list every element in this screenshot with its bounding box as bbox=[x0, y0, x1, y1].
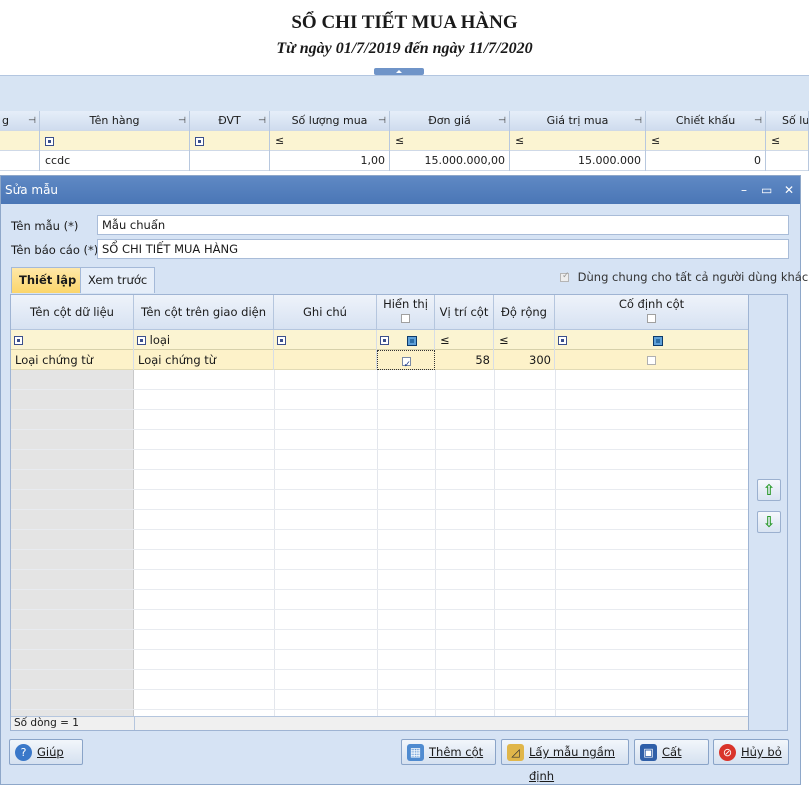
report-subtitle: Từ ngày 01/7/2019 đến ngày 11/7/2020 bbox=[276, 40, 533, 57]
ruler-icon: ◿ bbox=[507, 744, 524, 761]
default-template-button[interactable]: ◿ Lấy mẫu ngầm định bbox=[501, 739, 629, 783]
filter-op[interactable]: ≤ bbox=[646, 131, 766, 151]
filter-type-icon[interactable] bbox=[137, 336, 146, 345]
col-header-visible-label: Hiển thị bbox=[383, 297, 428, 311]
report-col-header[interactable]: Số lượng mua ⊣ bbox=[270, 111, 390, 131]
share-checkbox[interactable]: ✓ bbox=[560, 271, 570, 282]
col-header-visible[interactable]: Hiển thị bbox=[377, 295, 435, 330]
visible-all-checkbox[interactable] bbox=[401, 314, 410, 323]
arrow-up-icon: ⇧ bbox=[762, 481, 776, 499]
filter-value-icon[interactable] bbox=[406, 335, 417, 346]
report-filter-row: ≤ ≤ ≤ ≤ ≤ bbox=[0, 131, 809, 151]
filter-op[interactable]: ≤ bbox=[390, 131, 510, 151]
row-move-sidebar: ⇧ ⇩ bbox=[748, 295, 787, 730]
report-row[interactable]: ccdc 1,00 15.000.000,00 15.000.000 0 bbox=[0, 151, 809, 171]
report-col-header[interactable]: g ⊣ bbox=[0, 111, 40, 131]
fixed-all-checkbox[interactable] bbox=[647, 314, 656, 323]
filter-type-icon[interactable] bbox=[45, 136, 54, 146]
report-title: SỔ CHI TIẾT MUA HÀNG bbox=[291, 12, 518, 33]
report-name-label: Tên báo cáo (*) bbox=[11, 243, 99, 257]
col-header-note[interactable]: Ghi chú bbox=[274, 295, 377, 330]
maximize-icon[interactable]: ▭ bbox=[761, 176, 772, 204]
dialog-title: Sửa mẫu bbox=[5, 183, 59, 197]
columns-filter-row: loại ≤ ≤ bbox=[11, 330, 748, 350]
help-icon: ? bbox=[15, 744, 32, 761]
col-header-data-name[interactable]: Tên cột dữ liệu bbox=[11, 295, 134, 330]
report-col-header[interactable]: Số lư bbox=[766, 111, 809, 131]
tab-setup[interactable]: Thiết lập bbox=[11, 267, 85, 293]
minimize-icon[interactable]: – bbox=[741, 176, 747, 204]
report-grid-header: g ⊣ Tên hàng ⊣ ĐVT ⊣ Số lượng mua ⊣ Đơn giá ⊣… bbox=[0, 111, 809, 131]
arrow-down-icon: ⇩ bbox=[762, 513, 776, 531]
report-name-input[interactable]: SỔ CHI TIẾT MUA HÀNG bbox=[97, 239, 789, 259]
col-header-fixed[interactable]: Cố định cột bbox=[555, 295, 748, 330]
filter-type-icon[interactable] bbox=[558, 336, 567, 345]
tab-preview[interactable]: Xem trước bbox=[80, 267, 156, 293]
report-col-header[interactable]: ĐVT ⊣ bbox=[190, 111, 270, 131]
row-count: Số dòng = 1 bbox=[14, 717, 79, 729]
filter-value-icon[interactable] bbox=[652, 335, 663, 346]
columns-grid: Tên cột dữ liệu Tên cột trên giao diện G… bbox=[10, 294, 788, 731]
col-header-fixed-label: Cố định cột bbox=[618, 297, 685, 311]
filter-op-position[interactable]: ≤ bbox=[435, 330, 494, 350]
report-col-header[interactable]: Chiết khấu ⊣ bbox=[646, 111, 766, 131]
col-header-position[interactable]: Vị trí cột bbox=[435, 295, 494, 330]
filter-op[interactable]: ≤ bbox=[270, 131, 390, 151]
report-col-header[interactable]: Tên hàng ⊣ bbox=[40, 111, 190, 131]
help-button[interactable]: ? Giúp bbox=[9, 739, 83, 765]
save-button[interactable]: ▣ Cất bbox=[634, 739, 709, 765]
report-col-header[interactable]: Giá trị mua ⊣ bbox=[510, 111, 646, 131]
report-col-header[interactable]: Đơn giá ⊣ bbox=[390, 111, 510, 131]
move-up-button[interactable]: ⇧ bbox=[757, 479, 781, 501]
template-name-label: Tên mẫu (*) bbox=[11, 219, 79, 233]
grid-footer: Số dòng = 1 bbox=[11, 716, 748, 730]
col-header-display-name[interactable]: Tên cột trên giao diện bbox=[134, 295, 274, 330]
filter-op[interactable]: ≤ bbox=[510, 131, 646, 151]
report-toolbar-strip bbox=[0, 75, 809, 111]
filter-display-name-input[interactable]: loại bbox=[150, 333, 170, 347]
table-icon: ▦ bbox=[407, 744, 424, 761]
share-label: Dùng chung cho tất cả người dùng khác bbox=[577, 270, 809, 284]
collapse-splitter[interactable] bbox=[374, 68, 424, 75]
table-row[interactable]: Loại chứng từ Loại chứng từ ✓ 58 300 bbox=[11, 350, 748, 370]
columns-grid-header: Tên cột dữ liệu Tên cột trên giao diện G… bbox=[11, 295, 748, 330]
filter-type-icon[interactable] bbox=[277, 336, 286, 345]
filter-op[interactable]: ≤ bbox=[766, 131, 809, 151]
visible-checkbox[interactable]: ✓ bbox=[401, 357, 411, 369]
filter-type-icon[interactable] bbox=[14, 336, 23, 345]
move-down-button[interactable]: ⇩ bbox=[757, 511, 781, 533]
share-option[interactable]: ✓ Dùng chung cho tất cả người dùng khác bbox=[560, 270, 808, 284]
template-name-input[interactable]: Mẫu chuẩn bbox=[97, 215, 789, 235]
add-column-button[interactable]: ▦ Thêm cột bbox=[401, 739, 496, 765]
col-header-width[interactable]: Độ rộng bbox=[494, 295, 555, 330]
fixed-checkbox[interactable] bbox=[647, 356, 656, 365]
close-icon[interactable]: ✕ bbox=[784, 176, 794, 204]
floppy-icon: ▣ bbox=[640, 744, 657, 761]
cancel-icon: ⊘ bbox=[719, 744, 736, 761]
cancel-button[interactable]: ⊘ Hủy bỏ bbox=[713, 739, 789, 765]
dialog-titlebar[interactable]: Sửa mẫu – ▭ ✕ bbox=[1, 176, 800, 204]
filter-type-icon[interactable] bbox=[380, 336, 389, 345]
filter-op-width[interactable]: ≤ bbox=[494, 330, 555, 350]
filter-type-icon[interactable] bbox=[195, 136, 204, 146]
